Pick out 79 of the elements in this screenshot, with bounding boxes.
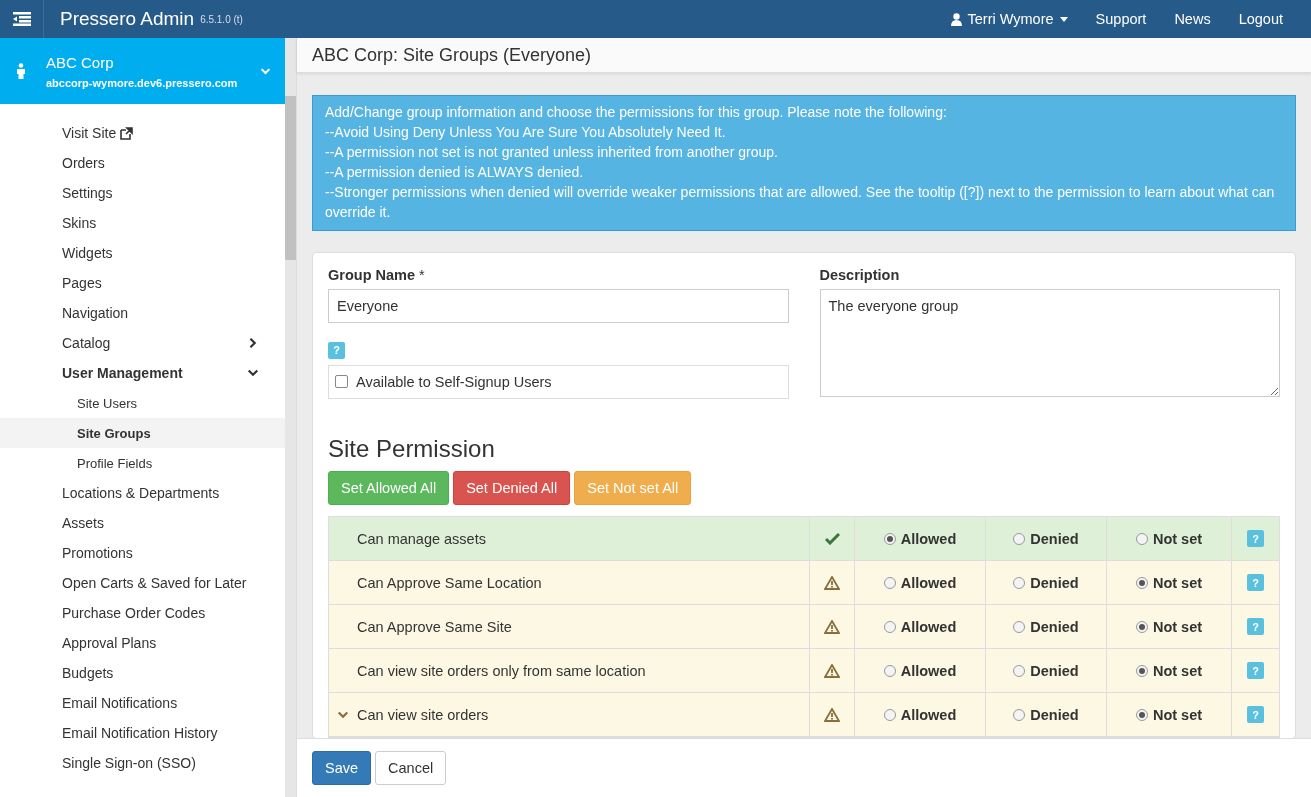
sidebar-item[interactable]: Approval Plans: [0, 628, 285, 658]
sidebar-item[interactable]: Budgets: [0, 658, 285, 688]
warning-icon: [824, 663, 840, 678]
sidebar-item[interactable]: Catalog: [0, 328, 285, 358]
permission-radio[interactable]: Not set: [1135, 530, 1203, 547]
sidebar-item[interactable]: Single Sign-on (SSO): [0, 748, 285, 778]
check-icon: [824, 532, 840, 545]
external-link-icon: [120, 126, 134, 140]
permission-radio[interactable]: Denied: [1013, 618, 1079, 635]
permission-name: Can view site orders only from same location: [357, 662, 646, 679]
info-text: Add/Change group information and choose the permissions for this group. Please note the following:: [325, 103, 948, 122]
nav-link[interactable]: News: [1174, 11, 1211, 27]
sidebar-item[interactable]: Visit Site: [0, 118, 285, 148]
user-icon: [950, 12, 962, 26]
permission-radio[interactable]: Denied: [1013, 530, 1079, 547]
permission-radio[interactable]: Allowed: [883, 574, 957, 591]
sidebar-item[interactable]: Assets: [0, 508, 285, 538]
field-label: Description: [819, 267, 901, 283]
group-name-field[interactable]: Everyone: [328, 289, 789, 323]
account-domain: abccorp-wymore.dev6.pressero.com: [46, 76, 239, 89]
sidebar-subitem[interactable]: Profile Fields: [0, 448, 285, 478]
permission-name: Can Approve Same Location: [357, 574, 542, 591]
caret-icon: [1059, 16, 1068, 22]
sidebar-subitem[interactable]: Site Groups: [0, 418, 285, 448]
permission-radio[interactable]: Not set: [1135, 618, 1203, 635]
sidebar-item[interactable]: Promotions: [0, 538, 285, 568]
permission-name: Can view site orders: [357, 706, 489, 723]
chevron-right-icon: [247, 337, 259, 349]
cancel-button[interactable]: Cancel: [375, 751, 447, 785]
checkbox[interactable]: [335, 375, 348, 388]
chevron-down-icon: [247, 367, 259, 379]
scrollbar[interactable]: [285, 38, 297, 797]
warning-icon: [824, 707, 840, 722]
permission-name: Can Approve Same Site: [357, 618, 512, 635]
info-text: --Stronger permissions when denied will override weaker permissions that are allowed. See the tooltip ([?]) next to the permission to learn about what can override it.: [325, 183, 1276, 222]
permission-radio[interactable]: Allowed: [883, 706, 957, 723]
permission-radio[interactable]: Not set: [1135, 574, 1203, 591]
sidebar-item[interactable]: Email Notification History: [0, 718, 285, 748]
nav-link[interactable]: Support: [1095, 11, 1147, 27]
sidebar-item[interactable]: Email Notifications: [0, 688, 285, 718]
sidebar-item[interactable]: Navigation: [0, 298, 285, 328]
permission-radio[interactable]: Not set: [1135, 662, 1203, 679]
permission-radio[interactable]: Allowed: [883, 530, 957, 547]
person-icon: [16, 63, 26, 79]
description-field[interactable]: The everyone group: [819, 289, 1280, 397]
set-all-button[interactable]: Set Denied All: [453, 471, 571, 505]
warning-icon: [824, 619, 840, 634]
permission-radio[interactable]: Denied: [1013, 706, 1079, 723]
sidebar-item[interactable]: Skins: [0, 208, 285, 238]
nav-link[interactable]: Logout: [1238, 11, 1283, 27]
sidebar-item[interactable]: Open Carts & Saved for Later: [0, 568, 285, 598]
sidebar-item[interactable]: Settings: [0, 178, 285, 208]
permission-name: Can manage assets: [357, 530, 486, 547]
sidebar-item[interactable]: User Management: [0, 358, 285, 388]
sidebar-item[interactable]: Orders: [0, 148, 285, 178]
permission-radio[interactable]: Allowed: [883, 662, 957, 679]
info-text: --A permission denied is ALWAYS denied.: [325, 163, 585, 182]
permission-radio[interactable]: Denied: [1013, 662, 1079, 679]
info-text: --Avoid Using Deny Unless You Are Sure You Absolutely Need It.: [325, 123, 727, 142]
menu-icon: [12, 12, 31, 26]
section-title: Site Permission: [328, 435, 496, 463]
version-label: 6.5.1.0 (t): [200, 13, 243, 25]
permission-radio[interactable]: Not set: [1135, 706, 1203, 723]
info-text: --A permission not set is not granted unless inherited from another group.: [325, 143, 779, 162]
field-label: Group Name *: [328, 267, 426, 283]
app-title: Pressero Admin: [60, 8, 195, 30]
page-title: ABC Corp: Site Groups (Everyone): [297, 38, 1311, 73]
sidebar-subitem[interactable]: Site Users: [0, 388, 285, 418]
sidebar-item[interactable]: Locations & Departments: [0, 478, 285, 508]
sidebar-item[interactable]: Pages: [0, 268, 285, 298]
account-name: ABC Corp: [46, 53, 115, 71]
user-menu[interactable]: Terri Wymore: [950, 11, 1068, 27]
sidebar-item[interactable]: Widgets: [0, 238, 285, 268]
save-button[interactable]: Save: [312, 751, 372, 785]
warning-icon: [824, 575, 840, 590]
self-signup-checkbox[interactable]: Available to Self-Signup Users: [328, 364, 789, 399]
sidebar-item[interactable]: Purchase Order Codes: [0, 598, 285, 628]
permission-radio[interactable]: Denied: [1013, 574, 1079, 591]
permission-radio[interactable]: Allowed: [883, 618, 957, 635]
